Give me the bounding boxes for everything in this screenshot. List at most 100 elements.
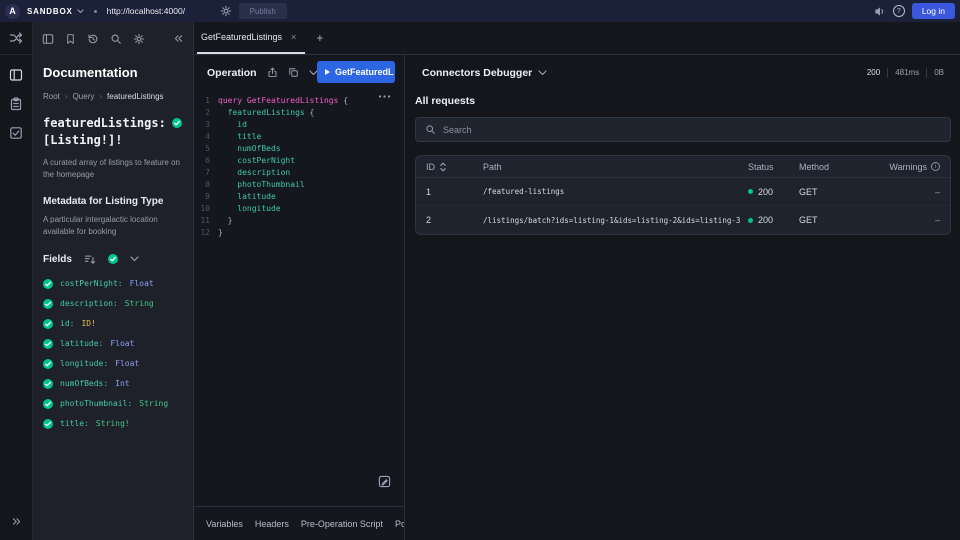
tab-pre-operation-script[interactable]: Pre-Operation Script <box>301 519 383 529</box>
announcement-icon[interactable] <box>873 5 886 18</box>
close-tab-icon[interactable]: × <box>291 32 296 42</box>
coverage-filter-icon[interactable] <box>108 254 118 264</box>
operation-title: Operation <box>207 67 257 79</box>
field-type: Float <box>110 339 134 348</box>
run-operation-button[interactable]: GetFeaturedL <box>317 61 395 83</box>
field-item[interactable]: longitude:Float <box>43 354 183 374</box>
help-icon[interactable]: ? <box>893 5 905 17</box>
field-name: longitude: <box>60 359 108 368</box>
requests-search <box>415 117 951 142</box>
breadcrumb-separator: › <box>99 92 102 101</box>
tab-getfeaturedlistings[interactable]: GetFeaturedListings × <box>197 22 305 54</box>
search-icon <box>425 124 436 135</box>
field-item[interactable]: costPerNight:Float <box>43 274 183 294</box>
request-id: 1 <box>426 187 483 197</box>
tab-bar: GetFeaturedListings × + <box>194 22 960 55</box>
apollo-logo[interactable]: A <box>5 4 20 19</box>
field-item[interactable]: photoThumbnail:String <box>43 394 183 414</box>
breadcrumb: Root›Query›featuredListings <box>43 92 183 101</box>
code-line[interactable]: 3 id <box>194 119 404 131</box>
code-line[interactable]: 12} <box>194 227 404 239</box>
code-line[interactable]: 1query GetFeaturedListings { <box>194 95 404 107</box>
branch-icon[interactable] <box>9 31 23 45</box>
field-description: A curated array of listings to feature o… <box>43 157 183 182</box>
format-code-icon[interactable] <box>378 475 391 488</box>
breadcrumb-item-featuredlistings[interactable]: featuredListings <box>107 92 163 101</box>
share-icon[interactable] <box>267 67 278 78</box>
requests-search-input[interactable] <box>443 125 941 135</box>
metric-divider <box>926 68 927 78</box>
sort-arrows-icon[interactable] <box>439 162 447 172</box>
line-number: 5 <box>194 143 218 155</box>
code-line[interactable]: 8 photoThumbnail <box>194 179 404 191</box>
tab-post-operation-script[interactable]: Post-Operation Script <box>395 519 404 529</box>
line-number: 6 <box>194 155 218 167</box>
field-item[interactable]: numOfBeds:Int <box>43 374 183 394</box>
chevron-down-icon[interactable] <box>130 256 139 262</box>
copy-icon[interactable] <box>288 67 299 78</box>
workspace-selector[interactable]: SANDBOX <box>27 7 84 16</box>
code-text: featuredListings { <box>218 107 314 119</box>
field-item[interactable]: id:ID! <box>43 314 183 334</box>
gear-icon[interactable] <box>133 33 145 45</box>
line-number: 12 <box>194 227 218 239</box>
field-name: id: <box>60 319 74 328</box>
request-row[interactable]: 2/listings/batch?ids=listing-1&ids=listi… <box>416 206 950 234</box>
field-name: description: <box>60 299 118 308</box>
explorer-icon[interactable] <box>9 68 23 82</box>
code-line[interactable]: 2 featuredListings { <box>194 107 404 119</box>
login-button[interactable]: Log in <box>912 3 955 19</box>
tab-label: GetFeaturedListings <box>201 32 282 42</box>
code-text: } <box>218 215 232 227</box>
expand-rail-icon[interactable] <box>11 516 22 527</box>
documentation-toolbar <box>33 22 193 55</box>
code-text: title <box>218 131 261 143</box>
request-method: GET <box>799 215 888 225</box>
code-line[interactable]: 7 description <box>194 167 404 179</box>
field-item[interactable]: latitude:Float <box>43 334 183 354</box>
request-row[interactable]: 1/featured-listings200GET– <box>416 178 950 206</box>
code-editor[interactable]: 1query GetFeaturedListings {2 featuredLi… <box>194 90 404 506</box>
line-number: 4 <box>194 131 218 143</box>
metric-divider <box>887 68 888 78</box>
request-id: 2 <box>426 215 483 225</box>
new-tab-button[interactable]: + <box>316 31 323 45</box>
endpoint-settings-icon[interactable] <box>220 5 232 17</box>
field-item[interactable]: title:String! <box>43 414 183 434</box>
code-text: description <box>218 167 290 179</box>
code-line[interactable]: 9 latitude <box>194 191 404 203</box>
collapse-panel-icon[interactable] <box>173 33 184 44</box>
chevron-down-icon[interactable] <box>538 70 547 76</box>
panel-toggle-icon[interactable] <box>42 33 54 45</box>
check-square-icon[interactable] <box>9 126 23 140</box>
connectors-debugger-panel: Connectors Debugger 200 481ms 0B All req… <box>406 55 960 540</box>
breadcrumb-item-query[interactable]: Query <box>73 92 95 101</box>
field-heading-type: [Listing!]! <box>43 133 183 147</box>
code-line[interactable]: 6 costPerNight <box>194 155 404 167</box>
code-line[interactable]: 5 numOfBeds <box>194 143 404 155</box>
code-line[interactable]: 11 } <box>194 215 404 227</box>
tab-variables[interactable]: Variables <box>206 519 243 529</box>
status-dot <box>748 218 753 223</box>
breadcrumb-item-root[interactable]: Root <box>43 92 60 101</box>
bookmark-icon[interactable] <box>65 33 76 45</box>
request-status: 200 <box>748 215 799 225</box>
tab-headers[interactable]: Headers <box>255 519 289 529</box>
editor-menu-icon[interactable] <box>378 94 391 99</box>
column-id[interactable]: ID <box>426 162 483 172</box>
coverage-check-icon <box>172 118 182 128</box>
search-icon[interactable] <box>110 33 122 45</box>
field-item[interactable]: description:String <box>43 294 183 314</box>
field-name: numOfBeds: <box>60 379 108 388</box>
code-line[interactable]: 10 longitude <box>194 203 404 215</box>
code-line[interactable]: 4 title <box>194 131 404 143</box>
info-icon[interactable]: i <box>931 162 940 171</box>
checklist-icon[interactable] <box>9 97 23 111</box>
url-input[interactable] <box>107 6 213 16</box>
field-covered-icon <box>43 319 53 329</box>
publish-button[interactable]: Publish <box>239 3 287 19</box>
logo-letter: A <box>9 6 16 16</box>
history-icon[interactable] <box>87 33 99 45</box>
sort-icon[interactable] <box>84 254 96 265</box>
field-covered-icon <box>43 339 53 349</box>
